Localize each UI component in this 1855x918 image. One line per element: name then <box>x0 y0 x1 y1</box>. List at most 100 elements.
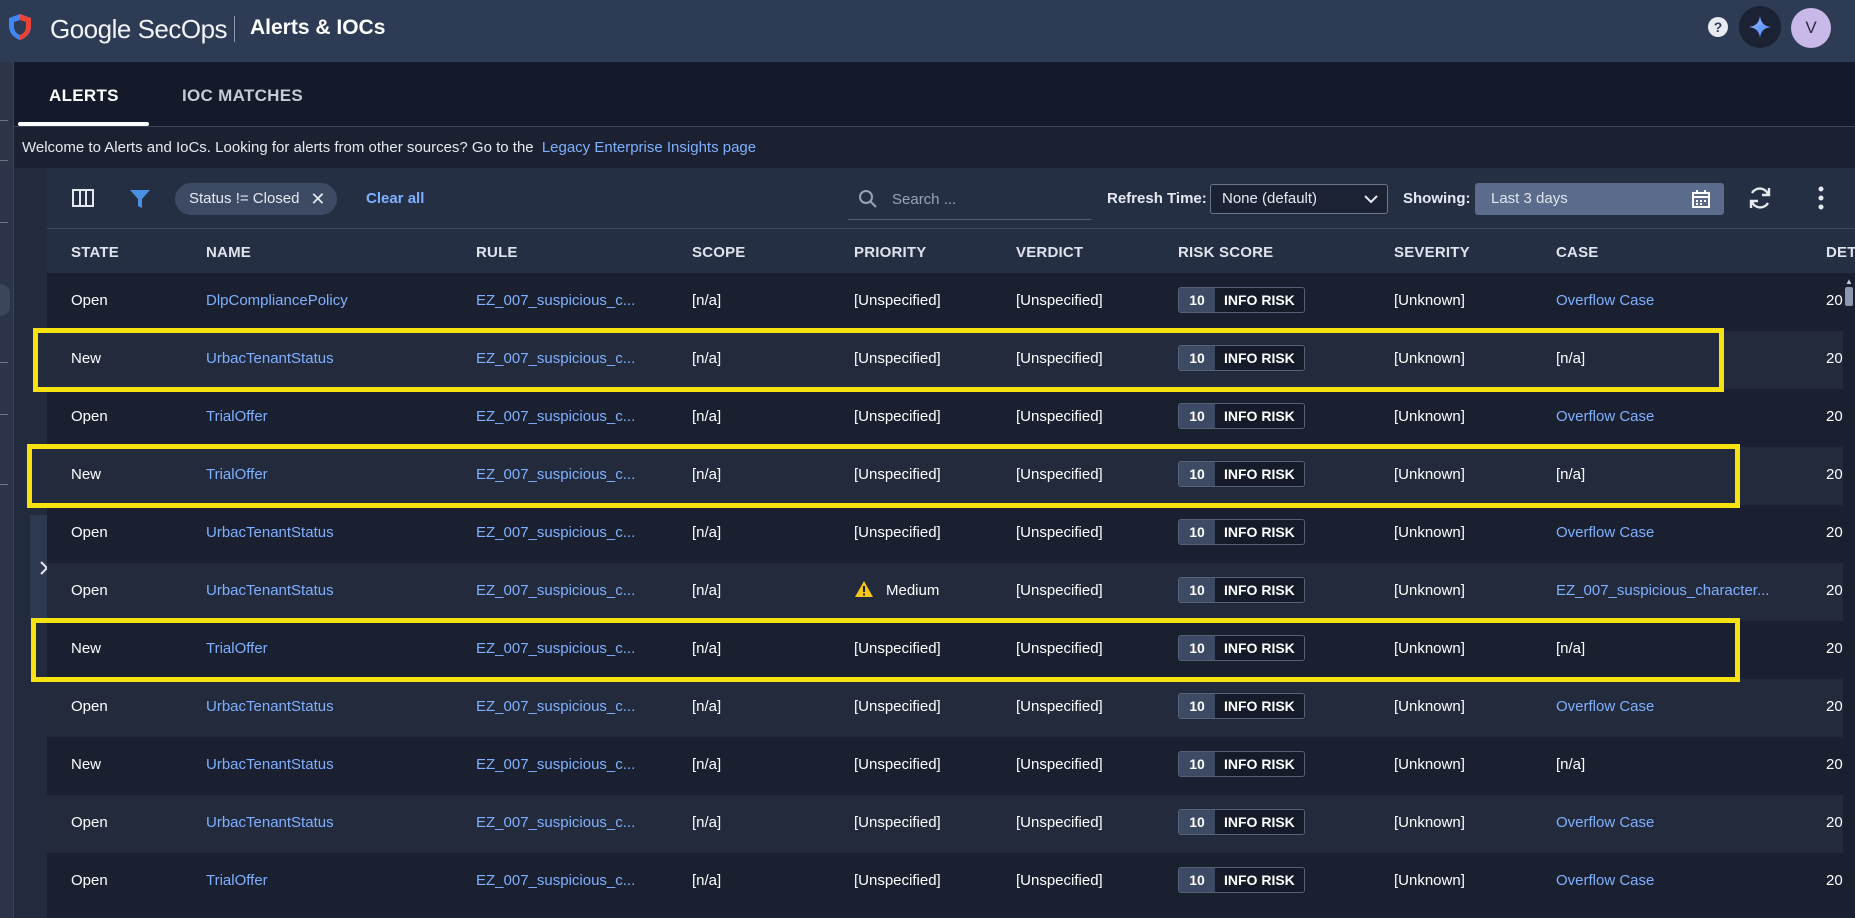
welcome-banner: Welcome to Alerts and IoCs. Looking for … <box>22 139 756 156</box>
time-range-picker[interactable]: Last 3 days <box>1475 183 1724 215</box>
alerts-table: STATE NAME RULE SCOPE PRIORITY VERDICT R… <box>47 229 1855 918</box>
column-header-severity[interactable]: SEVERITY <box>1394 244 1470 261</box>
scroll-thumb[interactable] <box>1845 287 1853 306</box>
cell-severity: [Unknown] <box>1394 872 1465 889</box>
columns-icon[interactable] <box>72 189 94 207</box>
column-header-risk-score[interactable]: RISK SCORE <box>1178 244 1273 261</box>
column-header-state[interactable]: STATE <box>71 244 119 261</box>
rail-tick <box>0 222 8 223</box>
status-filter-chip[interactable]: Status != Closed ✕ <box>175 183 338 215</box>
cell-case-link[interactable]: Overflow Case <box>1556 292 1654 309</box>
cell-rule-link[interactable]: EZ_007_suspicious_c... <box>476 698 635 715</box>
rail-handle[interactable] <box>0 284 10 316</box>
table-row[interactable]: Open DlpCompliancePolicy EZ_007_suspicious… <box>47 273 1855 331</box>
table-row[interactable]: New UrbacTenantStatus EZ_007_suspicious_c.… <box>47 331 1855 389</box>
cell-name-link[interactable]: TrialOffer <box>206 466 268 483</box>
filter-icon[interactable] <box>129 188 151 210</box>
table-row[interactable]: New UrbacTenantStatus EZ_007_suspicious_c.… <box>47 737 1855 795</box>
cell-det: 20 <box>1826 872 1843 889</box>
table-row[interactable]: Open UrbacTenantStatus EZ_007_suspicious_c… <box>47 505 1855 563</box>
risk-score-badge: 10 INFO RISK <box>1178 809 1305 835</box>
cell-scope: [n/a] <box>692 872 722 889</box>
clear-all-button[interactable]: Clear all <box>366 190 424 207</box>
showing-label: Showing: <box>1403 190 1471 207</box>
cell-scope: [n/a] <box>692 814 722 831</box>
brand-name: Google SecOps <box>50 14 228 44</box>
column-header-name[interactable]: NAME <box>206 244 251 261</box>
cell-case-link[interactable]: Overflow Case <box>1556 698 1654 715</box>
cell-rule-link[interactable]: EZ_007_suspicious_c... <box>476 408 635 425</box>
table-row[interactable]: New TrialOffer EZ_007_suspicious_c... [n/a]… <box>47 447 1855 505</box>
cell-name-link[interactable]: UrbacTenantStatus <box>206 350 334 367</box>
user-avatar[interactable]: V <box>1791 8 1831 48</box>
rail-tick <box>0 362 8 363</box>
table-row[interactable]: Open TrialOffer EZ_007_suspicious_c... [n/a… <box>47 389 1855 447</box>
cell-rule-link[interactable]: EZ_007_suspicious_c... <box>476 756 635 773</box>
column-header-rule[interactable]: RULE <box>476 244 518 261</box>
cell-rule-link[interactable]: EZ_007_suspicious_c... <box>476 640 635 657</box>
cell-priority: [Unspecified] <box>854 524 941 541</box>
cell-name-link[interactable]: UrbacTenantStatus <box>206 814 334 831</box>
column-header-priority[interactable]: PRIORITY <box>854 244 926 261</box>
gemini-sparkle-button[interactable] <box>1739 6 1781 48</box>
cell-scope: [n/a] <box>692 698 722 715</box>
vertical-scrollbar[interactable]: ▲ <box>1843 273 1855 918</box>
cell-name-link[interactable]: TrialOffer <box>206 640 268 657</box>
cell-state: Open <box>71 814 108 831</box>
refresh-icon[interactable] <box>1747 185 1773 211</box>
cell-case-link[interactable]: Overflow Case <box>1556 814 1654 831</box>
tab-ioc-matches[interactable]: IOC MATCHES <box>182 86 303 106</box>
cell-name-link[interactable]: UrbacTenantStatus <box>206 698 334 715</box>
risk-score-badge: 10 INFO RISK <box>1178 461 1305 487</box>
risk-score-label: INFO RISK <box>1215 346 1304 370</box>
legacy-insights-link[interactable]: Legacy Enterprise Insights page <box>542 139 756 156</box>
cell-case-link[interactable]: Overflow Case <box>1556 408 1654 425</box>
cell-severity: [Unknown] <box>1394 698 1465 715</box>
cell-name-link[interactable]: UrbacTenantStatus <box>206 756 334 773</box>
refresh-time-value: None (default) <box>1222 190 1318 207</box>
cell-case-link[interactable]: EZ_007_suspicious_character... <box>1556 582 1769 599</box>
cell-det: 20 <box>1826 292 1843 309</box>
search-input[interactable] <box>892 187 1082 211</box>
table-row[interactable]: Open TrialOffer EZ_007_suspicious_c... [n/a… <box>47 853 1855 911</box>
cell-case-link[interactable]: Overflow Case <box>1556 872 1654 889</box>
column-header-det[interactable]: DET <box>1826 244 1855 261</box>
cell-name-link[interactable]: DlpCompliancePolicy <box>206 292 348 309</box>
table-row[interactable]: Open UrbacTenantStatus EZ_007_suspicious_c… <box>47 795 1855 853</box>
cell-rule-link[interactable]: EZ_007_suspicious_c... <box>476 524 635 541</box>
column-header-case[interactable]: CASE <box>1556 244 1598 261</box>
cell-rule-link[interactable]: EZ_007_suspicious_c... <box>476 582 635 599</box>
rail-tick <box>0 414 8 415</box>
cell-state: Open <box>71 698 108 715</box>
table-row[interactable]: Open UrbacTenantStatus EZ_007_suspicious_c… <box>47 679 1855 737</box>
close-icon[interactable]: ✕ <box>310 183 325 215</box>
cell-rule-link[interactable]: EZ_007_suspicious_c... <box>476 466 635 483</box>
tab-alerts[interactable]: ALERTS <box>49 86 119 106</box>
scroll-up-arrow[interactable]: ▲ <box>1845 277 1853 286</box>
cell-name-link[interactable]: TrialOffer <box>206 872 268 889</box>
cell-name-link[interactable]: TrialOffer <box>206 408 268 425</box>
risk-score-label: INFO RISK <box>1215 810 1304 834</box>
column-header-scope[interactable]: SCOPE <box>692 244 746 261</box>
cell-case: [n/a] <box>1556 756 1586 773</box>
table-row[interactable]: New TrialOffer EZ_007_suspicious_c... [n/a]… <box>47 621 1855 679</box>
cell-severity: [Unknown] <box>1394 582 1465 599</box>
cell-name-link[interactable]: UrbacTenantStatus <box>206 582 334 599</box>
calendar-icon[interactable] <box>1692 190 1710 208</box>
cell-case-link[interactable]: Overflow Case <box>1556 524 1654 541</box>
cell-name-link[interactable]: UrbacTenantStatus <box>206 524 334 541</box>
risk-score-badge: 10 INFO RISK <box>1178 867 1305 893</box>
table-row[interactable]: Open UrbacTenantStatus EZ_007_suspicious_c… <box>47 563 1855 621</box>
column-header-verdict[interactable]: VERDICT <box>1016 244 1083 261</box>
refresh-time-select[interactable]: None (default) <box>1210 184 1388 214</box>
cell-rule-link[interactable]: EZ_007_suspicious_c... <box>476 350 635 367</box>
risk-score-badge: 10 INFO RISK <box>1178 403 1305 429</box>
risk-score-value: 10 <box>1179 752 1215 776</box>
help-icon[interactable]: ? <box>1708 17 1728 37</box>
cell-rule-link[interactable]: EZ_007_suspicious_c... <box>476 872 635 889</box>
cell-rule-link[interactable]: EZ_007_suspicious_c... <box>476 814 635 831</box>
cell-scope: [n/a] <box>692 350 722 367</box>
more-vert-icon[interactable] <box>1817 186 1825 210</box>
cell-rule-link[interactable]: EZ_007_suspicious_c... <box>476 292 635 309</box>
chevron-down-icon <box>1364 195 1378 204</box>
